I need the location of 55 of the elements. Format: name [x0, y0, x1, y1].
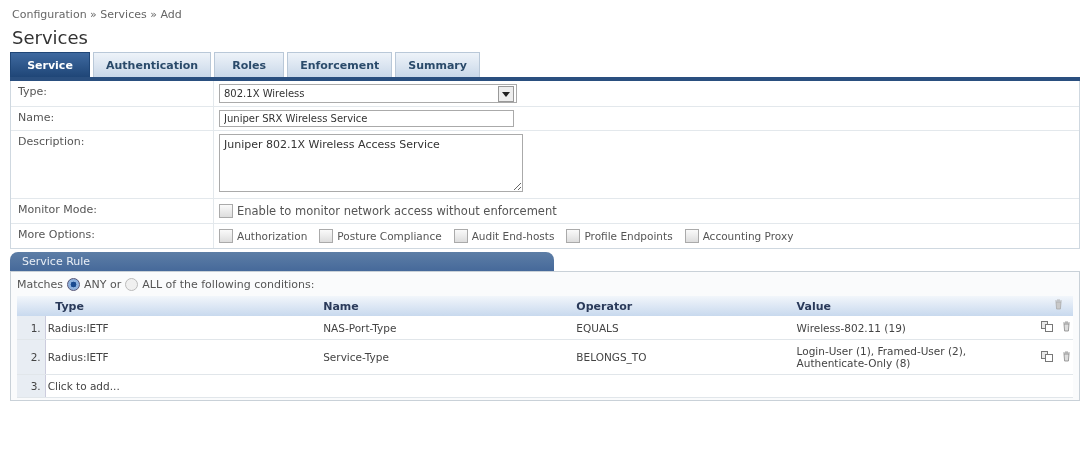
- column-header: Type: [45, 296, 314, 316]
- checkbox[interactable]: [319, 229, 334, 243]
- checkbox-label: Authorization: [237, 230, 308, 242]
- column-header: Value: [786, 296, 1014, 316]
- tab[interactable]: Service: [10, 52, 90, 77]
- row-number: 1.: [17, 316, 46, 340]
- copy-icon[interactable]: [1040, 321, 1053, 332]
- trash-icon[interactable]: [1062, 350, 1071, 362]
- section-header: Service Rule: [10, 252, 554, 271]
- caret-icon: [498, 85, 514, 102]
- matches-label: Matches: [17, 278, 64, 291]
- table-cell: Radius:IETF: [45, 316, 314, 340]
- checkbox-label: Enable to monitor network access without enforcement: [237, 204, 557, 218]
- radio-label: ANY or: [84, 278, 122, 291]
- breadcrumb: Configuration » Services » Add: [12, 8, 183, 21]
- name-field[interactable]: Juniper SRX Wireless Service: [219, 110, 514, 127]
- tab[interactable]: Summary: [395, 52, 480, 77]
- checkbox-label: Profile Endpoints: [584, 230, 673, 242]
- field-label: Type:: [11, 81, 214, 106]
- checkbox[interactable]: [684, 229, 699, 243]
- copy-icon[interactable]: [1040, 350, 1053, 362]
- table-cell: BELONGS_TO: [566, 339, 787, 375]
- row-number: 3.: [17, 374, 46, 398]
- checkbox-label: Posture Compliance: [337, 230, 442, 242]
- field-label: Monitor Mode:: [11, 199, 214, 223]
- checkbox[interactable]: [219, 204, 233, 218]
- checkbox[interactable]: [219, 229, 233, 243]
- table-cell: Service-Type: [313, 339, 567, 375]
- tab[interactable]: Enforcement: [287, 52, 393, 77]
- description-field[interactable]: Juniper 802.1X Wireless Access Service: [219, 134, 523, 192]
- table-cell: NAS-Port-Type: [313, 316, 567, 340]
- table-cell: Login-User (1), Framed-User (2), Authenticate-Only (8): [786, 339, 1014, 375]
- checkbox[interactable]: [453, 229, 468, 243]
- checkbox[interactable]: [566, 229, 581, 243]
- radio-button[interactable]: [125, 278, 139, 291]
- add-row-link[interactable]: Click to add...: [47, 380, 120, 392]
- field-label: Description:: [11, 131, 214, 198]
- radio-label: ALL of the following conditions:: [142, 278, 315, 291]
- radio-button[interactable]: [67, 278, 81, 291]
- row-number: 2.: [17, 339, 46, 375]
- trash-icon[interactable]: [1054, 299, 1063, 310]
- field-label: Name:: [11, 107, 214, 130]
- column-header: Name: [313, 296, 567, 316]
- checkbox-label: Audit End-hosts: [471, 230, 555, 242]
- trash-icon[interactable]: [1062, 321, 1071, 332]
- page-title: Services: [12, 27, 89, 48]
- checkbox-label: Accounting Proxy: [702, 230, 794, 242]
- table-cell: Wireless-802.11 (19): [786, 316, 1014, 340]
- tab[interactable]: Roles: [214, 52, 285, 77]
- column-header: Operator: [566, 296, 787, 316]
- type-dropdown[interactable]: 802.1X Wireless: [219, 84, 517, 103]
- table-cell: EQUALS: [566, 316, 787, 340]
- field-label: More Options:: [11, 224, 214, 248]
- tab[interactable]: Authentication: [93, 52, 212, 77]
- table-cell: Radius:IETF: [45, 339, 314, 375]
